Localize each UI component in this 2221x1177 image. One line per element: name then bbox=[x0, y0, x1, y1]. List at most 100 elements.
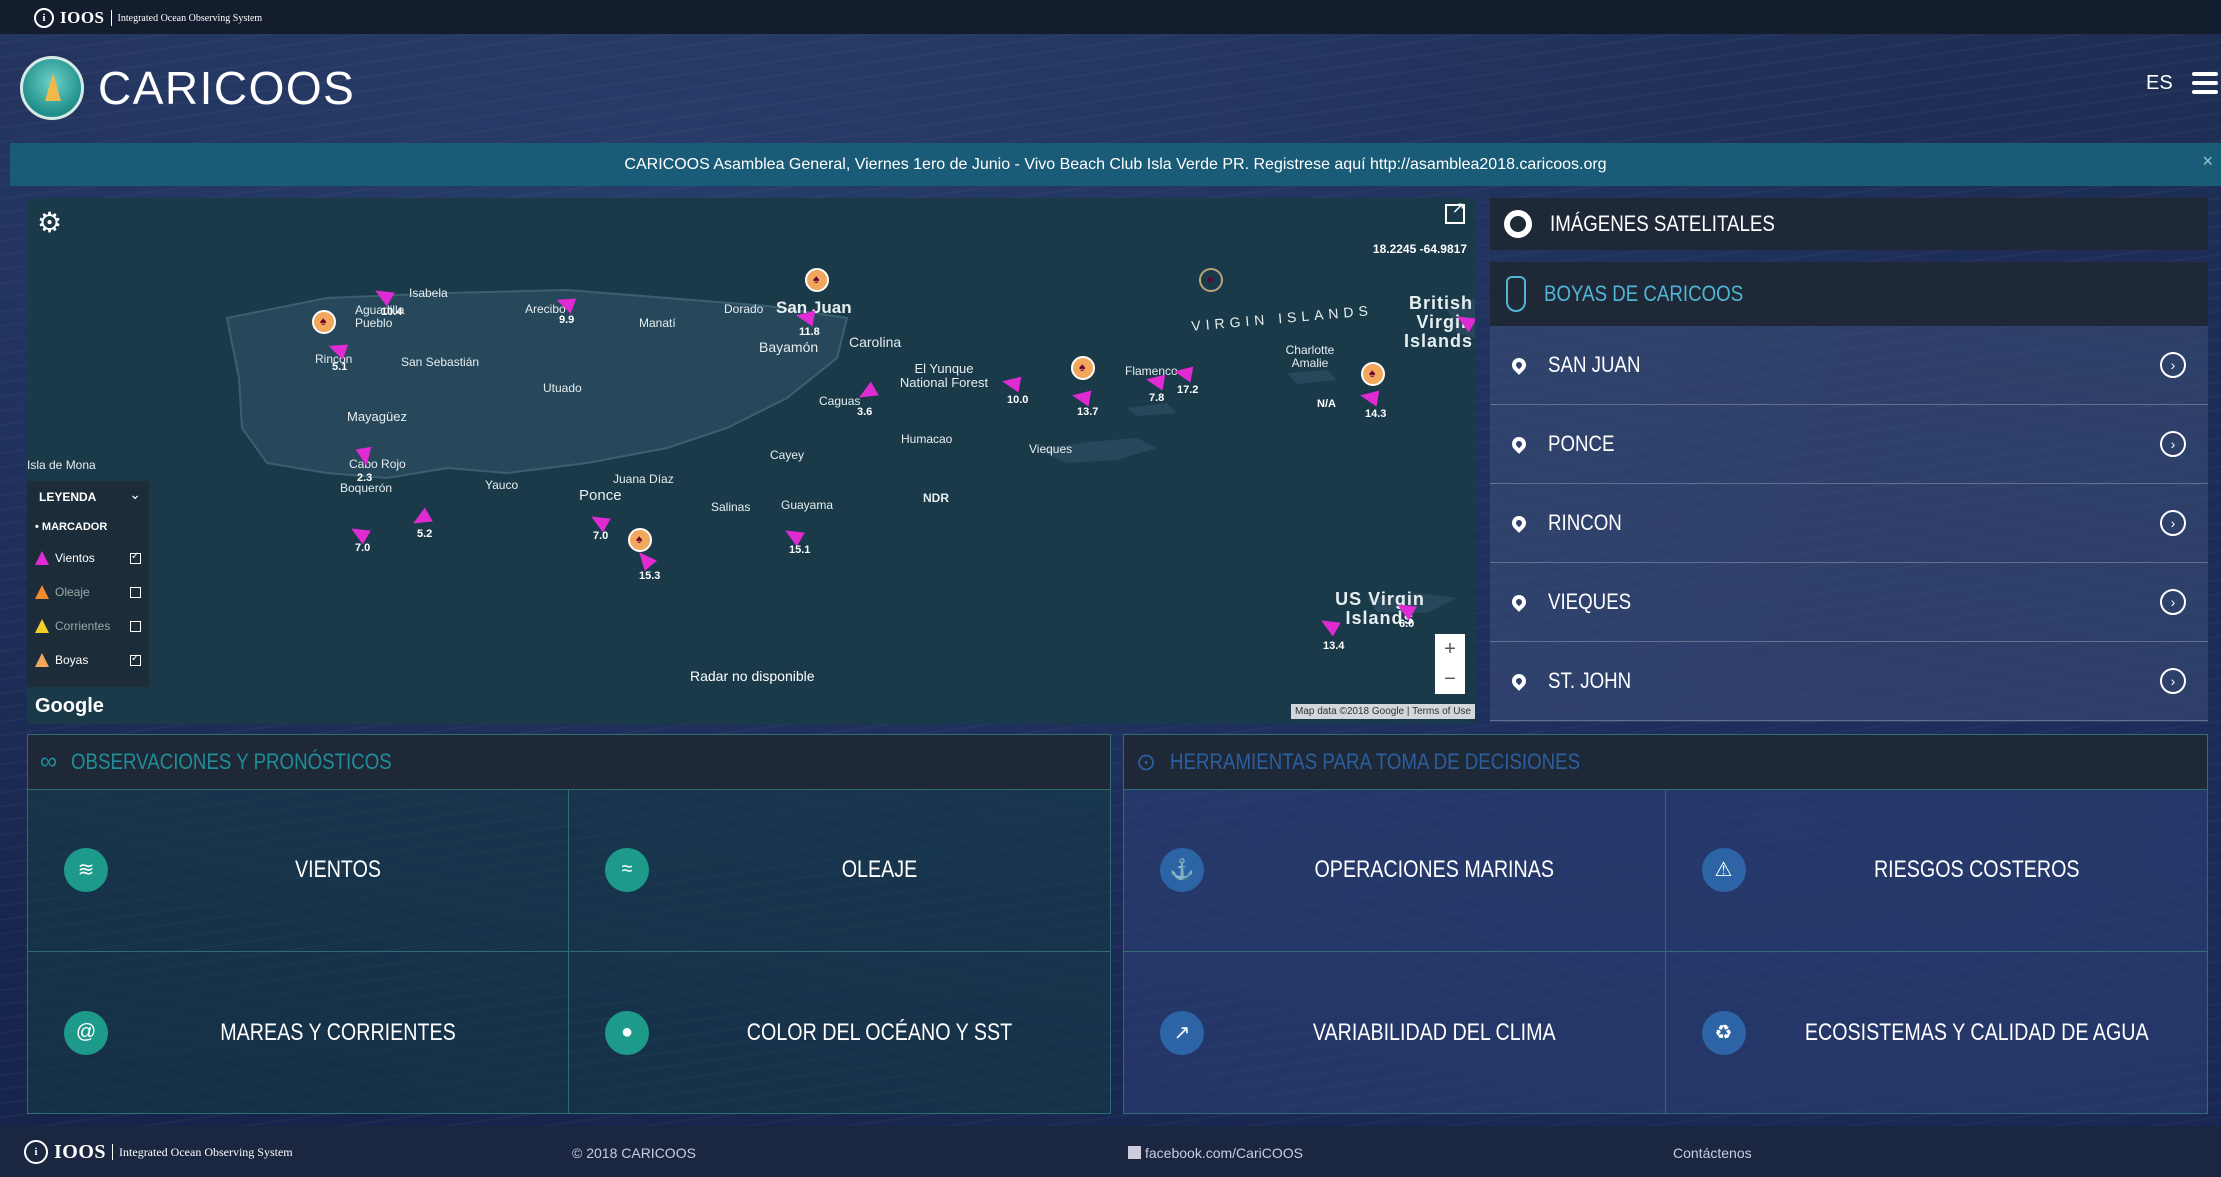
map-legend: LEYENDA ⌄ • MARCADOR Vientos Oleaje Corr… bbox=[27, 481, 149, 687]
map-label: Juana Díaz bbox=[613, 472, 674, 486]
ioos-word: IOOS bbox=[60, 8, 105, 27]
wind-marker[interactable] bbox=[1172, 363, 1194, 383]
ioos-mark-icon: i bbox=[24, 1140, 48, 1164]
observations-title: OBSERVACIONES Y PRONÓSTICOS bbox=[71, 749, 392, 774]
map-label: Caguas bbox=[819, 394, 861, 408]
tile-label: VIENTOS bbox=[294, 855, 382, 883]
map-label: Vieques bbox=[1029, 442, 1073, 456]
chevron-right-icon[interactable]: › bbox=[2160, 510, 2186, 536]
buoy-item-san-juan[interactable]: SAN JUAN › bbox=[1490, 326, 2208, 405]
close-icon[interactable]: × bbox=[2202, 151, 2213, 172]
checkbox[interactable] bbox=[130, 653, 141, 666]
announcement-banner: CARICOOS Asamblea General, Viernes 1ero … bbox=[10, 143, 2221, 186]
binoculars-icon: ∞ bbox=[40, 748, 58, 775]
chevron-right-icon[interactable]: › bbox=[2160, 352, 2186, 378]
terms-link[interactable]: Terms of Use bbox=[1412, 706, 1471, 717]
buoy-marker[interactable] bbox=[1361, 362, 1385, 386]
legend-label: Corrientes bbox=[55, 619, 111, 633]
buoy-label: PONCE bbox=[1548, 431, 1615, 456]
observations-panel: ∞ OBSERVACIONES Y PRONÓSTICOS ≋ VIENTOS … bbox=[27, 734, 1111, 1114]
contact-link[interactable]: Contáctenos bbox=[1673, 1145, 1752, 1161]
zoom-out-button[interactable]: − bbox=[1435, 664, 1465, 694]
tile-color-oceano[interactable]: ● COLOR DEL OCÉANO Y SST bbox=[569, 952, 1110, 1115]
chevron-right-icon[interactable]: › bbox=[2160, 589, 2186, 615]
hurricane-icon bbox=[1504, 210, 1532, 238]
legend-item-vientos[interactable]: Vientos bbox=[35, 551, 145, 565]
zoom-in-button[interactable]: + bbox=[1435, 634, 1465, 664]
chevron-down-icon[interactable]: ⌄ bbox=[129, 486, 141, 503]
ioos-logo[interactable]: i IOOS Integrated Ocean Observing System bbox=[34, 8, 262, 28]
tile-oleaje[interactable]: ≈ OLEAJE bbox=[569, 789, 1110, 952]
map-view[interactable]: ⚙ 18.2245 -64.9817 Isabela Aguadilla Pue… bbox=[27, 198, 1475, 724]
satellite-images-link[interactable]: IMÁGENES SATELITALES bbox=[1490, 198, 2208, 250]
map-pin-icon bbox=[1509, 355, 1529, 375]
map-label: Utuado bbox=[543, 381, 582, 395]
wind-icon: ≋ bbox=[64, 847, 108, 892]
buoy-icon bbox=[1506, 276, 1526, 312]
legend-label: Oleaje bbox=[55, 585, 90, 599]
tools-title: HERRAMIENTAS PARA TOMA DE DECISIONES bbox=[1170, 749, 1581, 774]
buoy-item-st-john[interactable]: ST. JOHN › bbox=[1490, 642, 2208, 721]
checkbox[interactable] bbox=[130, 620, 141, 632]
tile-variabilidad-clima[interactable]: ↗ VARIABILIDAD DEL CLIMA bbox=[1124, 951, 1666, 1114]
buoy-marker[interactable] bbox=[312, 310, 336, 334]
wind-value: 13.7 bbox=[1077, 406, 1099, 418]
tile-riesgos-costeros[interactable]: ⚠ RIESGOS COSTEROS bbox=[1665, 789, 2207, 952]
map-pin-icon bbox=[1509, 513, 1529, 533]
map-label: Charlotte Amalie bbox=[1285, 343, 1335, 370]
buoy-item-ponce[interactable]: PONCE › bbox=[1490, 405, 2208, 484]
buoy-marker[interactable] bbox=[1199, 268, 1223, 292]
footer: i IOOS Integrated Ocean Observing System… bbox=[0, 1126, 2221, 1177]
wind-value: 15.3 bbox=[639, 570, 661, 582]
legend-item-oleaje[interactable]: Oleaje bbox=[35, 585, 145, 599]
buoy-item-vieques[interactable]: VIEQUES › bbox=[1490, 563, 2208, 642]
checkbox[interactable] bbox=[130, 551, 141, 564]
tile-label: VARIABILIDAD DEL CLIMA bbox=[1312, 1018, 1556, 1046]
wind-value: 5.1 bbox=[332, 361, 348, 373]
hamburger-menu-icon[interactable] bbox=[2192, 72, 2218, 94]
buoy-marker[interactable] bbox=[628, 528, 652, 552]
tile-ecosistemas[interactable]: ♻ ECOSISTEMAS Y CALIDAD DE AGUA bbox=[1666, 952, 2208, 1115]
brand-logo-link[interactable]: CARICOOS bbox=[20, 56, 355, 120]
wind-value: 10.0 bbox=[1007, 394, 1029, 406]
chevron-right-icon[interactable]: › bbox=[2160, 668, 2186, 694]
facebook-link[interactable]: facebook.com/CariCOOS bbox=[1128, 1145, 1303, 1161]
map-land bbox=[225, 288, 1475, 613]
legend-item-corrientes[interactable]: Corrientes bbox=[35, 619, 145, 633]
map-label: US Virgin Islands bbox=[1335, 589, 1425, 628]
wind-marker[interactable] bbox=[794, 307, 816, 327]
tile-label: OPERACIONES MARINAS bbox=[1314, 855, 1554, 883]
legend-item-boyas[interactable]: Boyas bbox=[35, 653, 145, 667]
tile-operaciones-marinas[interactable]: ⚓ OPERACIONES MARINAS bbox=[1124, 789, 1666, 952]
ioos-tagline: Integrated Ocean Observing System bbox=[117, 12, 263, 24]
map-label: Carolina bbox=[849, 334, 902, 350]
external-link-icon[interactable] bbox=[1445, 198, 1465, 224]
announcement-text[interactable]: CARICOOS Asamblea General, Viernes 1ero … bbox=[624, 156, 1606, 174]
tile-vientos[interactable]: ≋ VIENTOS bbox=[28, 789, 569, 952]
current-triangle-icon bbox=[35, 619, 49, 633]
tile-mareas[interactable]: @ MAREAS Y CORRIENTES bbox=[28, 951, 569, 1114]
wind-marker[interactable] bbox=[1144, 371, 1166, 391]
wind-marker[interactable] bbox=[1070, 387, 1092, 407]
buoy-marker[interactable] bbox=[1071, 356, 1095, 380]
wind-value: 11.8 bbox=[799, 326, 820, 338]
wind-marker[interactable] bbox=[355, 446, 375, 468]
map-data-text: Map data ©2018 Google bbox=[1294, 706, 1405, 717]
tools-panel: ⊙ HERRAMIENTAS PARA TOMA DE DECISIONES ⚓… bbox=[1123, 734, 2208, 1114]
chevron-right-icon[interactable]: › bbox=[2160, 431, 2186, 457]
divider bbox=[112, 1144, 114, 1160]
map-label: San Sebastián bbox=[401, 355, 480, 369]
gear-icon[interactable]: ⚙ bbox=[37, 206, 62, 239]
legend-title[interactable]: LEYENDA bbox=[39, 490, 96, 504]
google-logo: Google bbox=[35, 695, 104, 717]
language-toggle[interactable]: ES bbox=[2146, 72, 2173, 95]
buoy-item-rincon[interactable]: RINCON › bbox=[1490, 484, 2208, 563]
wind-marker[interactable] bbox=[1000, 373, 1022, 393]
buoy-marker[interactable] bbox=[805, 268, 829, 292]
checkbox[interactable] bbox=[130, 586, 141, 598]
wind-value: 9.9 bbox=[559, 314, 575, 326]
ioos-footer-logo[interactable]: i IOOS Integrated Ocean Observing System bbox=[24, 1140, 293, 1164]
legend-section: • MARCADOR bbox=[35, 521, 108, 533]
warning-icon: ⚠ bbox=[1701, 847, 1746, 892]
wind-marker[interactable] bbox=[1358, 387, 1380, 407]
